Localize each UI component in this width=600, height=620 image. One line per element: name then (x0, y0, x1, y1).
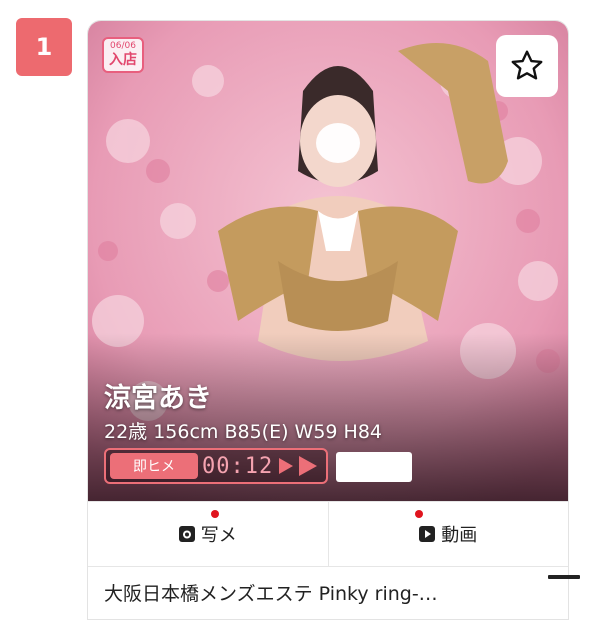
cast-stats: 22歳 156cm B85(E) W59 H84 (104, 421, 383, 443)
camera-icon (178, 526, 195, 542)
shop-name[interactable]: 大阪日本橋メンズエステ Pinky ring-… (104, 579, 454, 606)
new-entry-date: 06/06 (110, 41, 136, 51)
instant-availability[interactable]: 即ヒメ 00:12 (104, 448, 328, 484)
new-dot-indicator (414, 510, 423, 518)
instant-label: 即ヒメ (110, 453, 198, 479)
new-entry-label: 入店 (109, 52, 137, 68)
cast-name: 涼宮あき (104, 383, 212, 414)
star-icon (511, 50, 543, 80)
tab-video[interactable]: 動画 (327, 502, 569, 566)
rank-badge: 1 (16, 18, 72, 76)
new-entry-badge: 06/06 入店 (102, 37, 144, 73)
play-icon (419, 526, 436, 542)
tab-video-label: 動画 (441, 525, 478, 546)
cast-card[interactable]: 06/06 入店 涼宮あき 22歳 156cm B85(E) W59 H84 即… (87, 20, 569, 620)
tab-photo-label: 写メ (200, 525, 237, 546)
tab-photo[interactable]: 写メ (88, 502, 328, 566)
status-tag (336, 452, 412, 482)
menu-icon[interactable] (548, 575, 580, 579)
new-dot-indicator (211, 510, 219, 518)
cast-photo[interactable]: 06/06 入店 涼宮あき 22歳 156cm B85(E) W59 H84 即… (88, 21, 568, 501)
play-arrows-icon (277, 454, 325, 478)
media-tabs: 写メ 動画 (88, 501, 568, 567)
countdown-timer: 00:12 (202, 453, 274, 479)
favorite-button[interactable] (496, 35, 558, 97)
